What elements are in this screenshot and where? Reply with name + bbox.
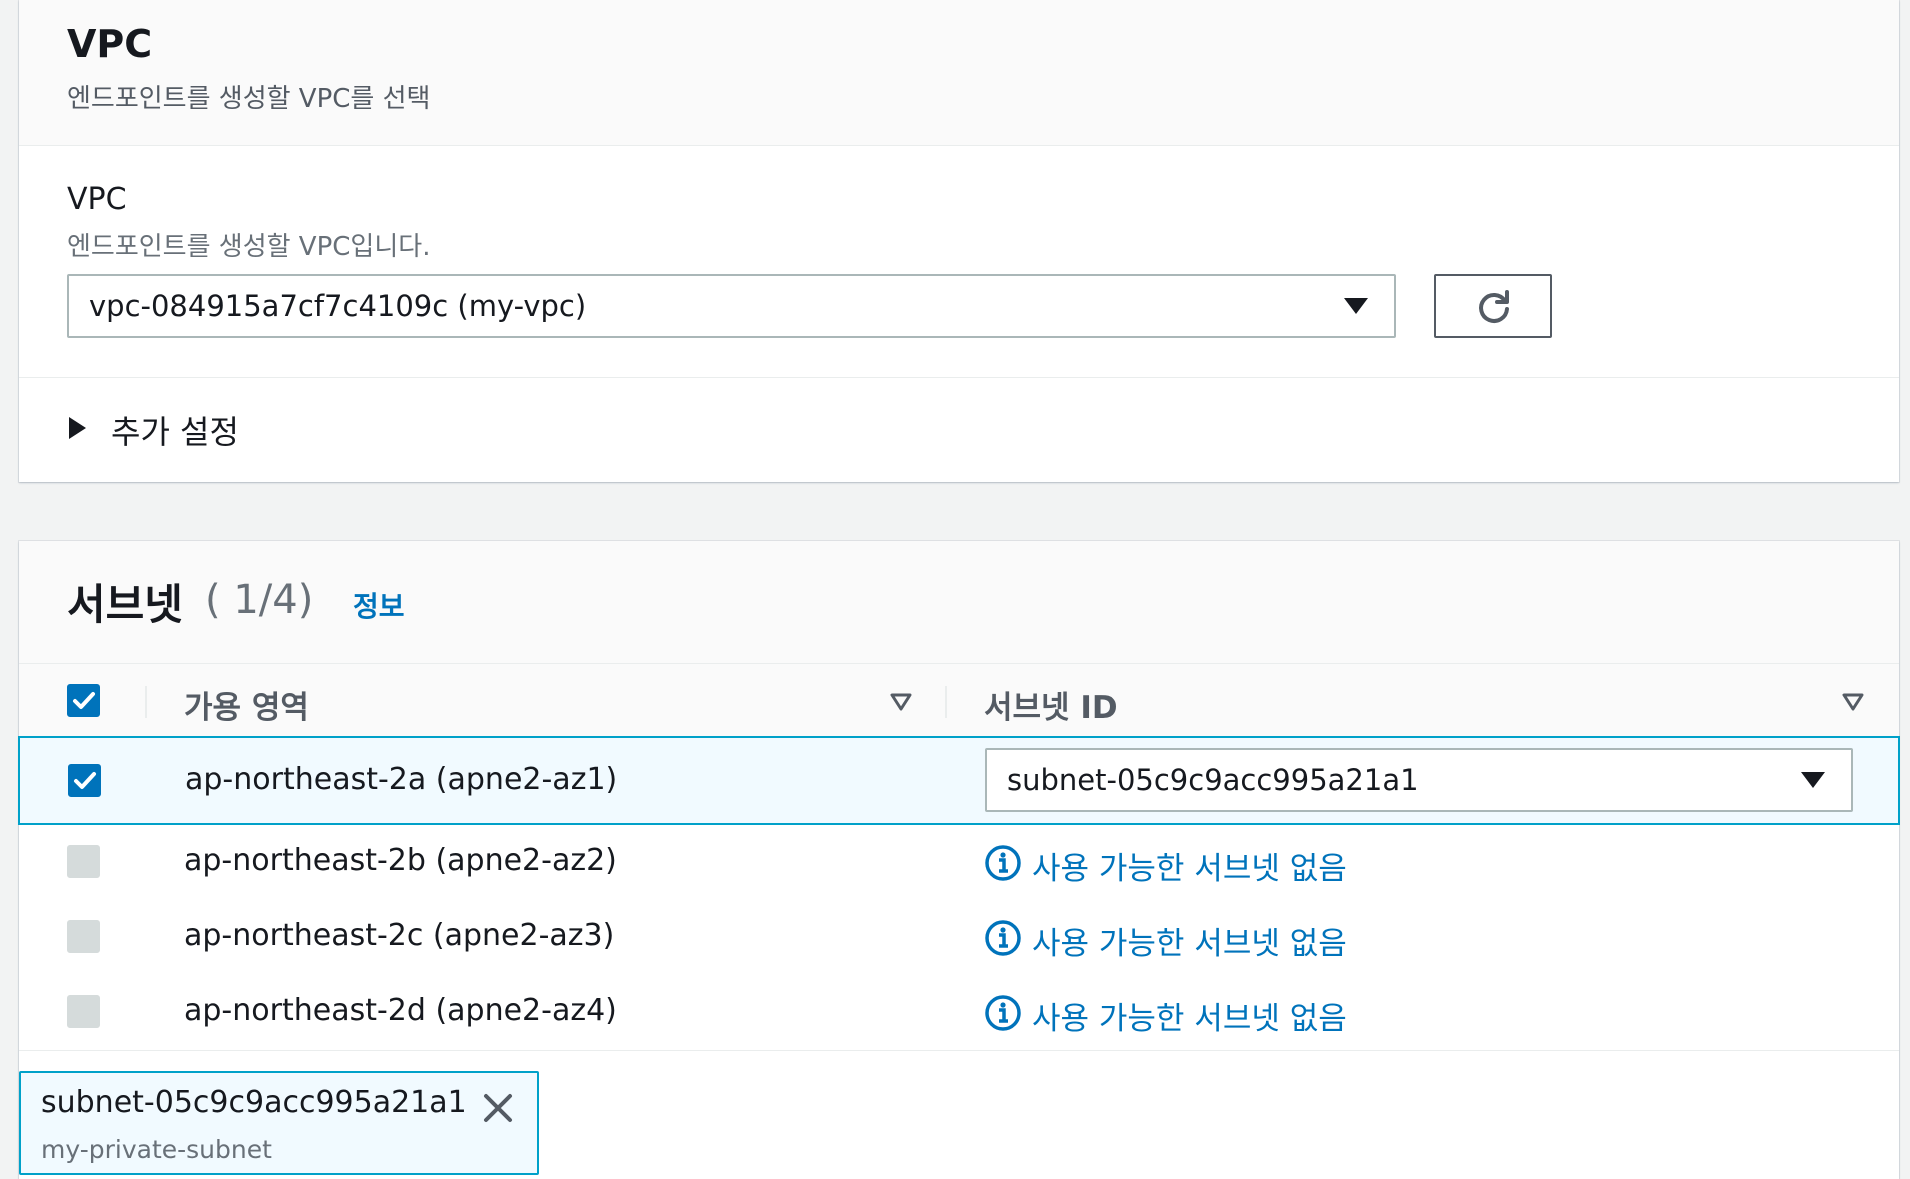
vpc-field-label: VPC [67,182,127,217]
refresh-button[interactable] [1434,274,1552,338]
no-subnet-text: 사용 가능한 서브넷 없음 [1032,1001,1347,1037]
subnet-panel-header: 서브넷 ( 1/4) 정보 [19,541,1899,663]
vpc-panel: VPC 엔드포인트를 생성할 VPC를 선택 VPC 엔드포인트를 생성할 VP… [19,0,1899,482]
row-checkbox[interactable] [68,764,101,797]
close-icon[interactable] [479,1089,517,1127]
table-row[interactable]: ap-northeast-2b (apne2-az2) 사용 가능한 서브넷 없… [19,825,1899,901]
extra-settings-label: 추가 설정 [111,413,239,451]
select-all-checkbox[interactable] [67,684,100,717]
sort-down-icon[interactable] [1841,692,1865,712]
column-header-availability-zone[interactable]: 가용 영역 [184,682,309,727]
column-separator [145,686,147,718]
token-subnet-id: subnet-05c9c9acc995a21a1 [41,1085,467,1120]
check-icon [74,772,96,789]
row-checkbox[interactable] [67,995,100,1028]
info-link[interactable]: 정보 [353,585,405,625]
table-row[interactable]: ap-northeast-2d (apne2-az4) 사용 가능한 서브넷 없… [19,975,1899,1051]
row-availability-zone: ap-northeast-2d (apne2-az4) [184,993,617,1028]
token-subnet-name: my-private-subnet [41,1135,272,1164]
row-availability-zone: ap-northeast-2a (apne2-az1) [185,762,618,797]
vpc-select[interactable]: vpc-084915a7cf7c4109c (my-vpc) [67,274,1396,338]
row-availability-zone: ap-northeast-2b (apne2-az2) [184,843,617,878]
subnet-select[interactable]: subnet-05c9c9acc995a21a1 [985,748,1853,812]
subnet-panel: 서브넷 ( 1/4) 정보 가용 영역 서브넷 ID ap-northeast-… [18,541,1900,1179]
subnet-select-value: subnet-05c9c9acc995a21a1 [1007,763,1419,797]
no-subnet-text: 사용 가능한 서브넷 없음 [1032,851,1347,887]
info-icon [985,845,1021,881]
caret-down-icon [1801,772,1825,788]
info-icon [985,995,1021,1031]
row-availability-zone: ap-northeast-2c (apne2-az3) [184,918,615,953]
selected-subnet-token: subnet-05c9c9acc995a21a1 my-private-subn… [19,1071,539,1175]
check-icon [73,692,95,709]
sort-down-icon[interactable] [889,692,913,712]
caret-down-icon [1344,298,1368,314]
subnet-table-header: 가용 영역 서브넷 ID [19,663,1899,739]
column-header-subnet-id[interactable]: 서브넷 ID [984,682,1118,727]
column-separator [945,686,947,718]
vpc-panel-header: VPC 엔드포인트를 생성할 VPC를 선택 [19,0,1899,146]
caret-right-icon [69,417,86,439]
table-row[interactable]: ap-northeast-2a (apne2-az1) subnet-05c9c… [18,736,1900,825]
row-checkbox[interactable] [67,920,100,953]
table-row[interactable]: ap-northeast-2c (apne2-az3) 사용 가능한 서브넷 없… [19,900,1899,976]
vpc-section-description: 엔드포인트를 생성할 VPC를 선택 [67,84,431,114]
row-checkbox[interactable] [67,845,100,878]
subnets-count: ( 1/4) [205,577,314,623]
info-icon [985,920,1021,956]
subnets-title: 서브넷 [67,580,183,629]
refresh-icon [1479,290,1509,323]
vpc-section-title: VPC [67,22,153,66]
vpc-field-description: 엔드포인트를 생성할 VPC입니다. [67,232,431,262]
vpc-select-value: vpc-084915a7cf7c4109c (my-vpc) [89,289,587,323]
no-subnet-text: 사용 가능한 서브넷 없음 [1032,926,1347,962]
vpc-divider [19,377,1899,378]
